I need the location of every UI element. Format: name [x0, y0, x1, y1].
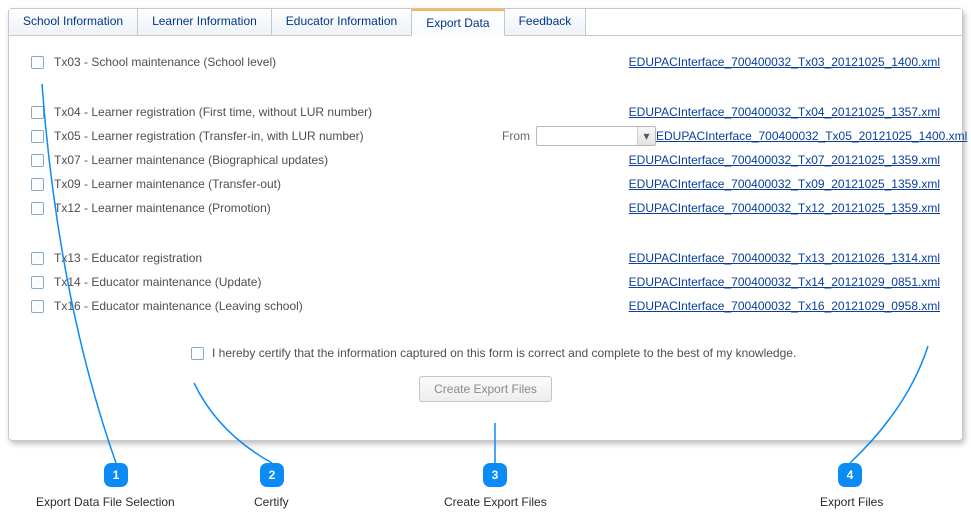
- row-label: Tx05 - Learner registration (Transfer-in…: [54, 129, 486, 143]
- row-checkbox[interactable]: [31, 56, 44, 69]
- tab-school-information[interactable]: School Information: [9, 9, 138, 35]
- create-export-button[interactable]: Create Export Files: [419, 376, 552, 402]
- row-label: Tx03 - School maintenance (School level): [54, 55, 486, 69]
- export-row: Tx04 - Learner registration (First time,…: [31, 100, 940, 124]
- row-checkbox[interactable]: [31, 276, 44, 289]
- tab-educator-information[interactable]: Educator Information: [272, 9, 412, 35]
- export-row: Tx12 - Learner maintenance (Promotion) ED…: [31, 196, 940, 220]
- export-row: Tx16 - Educator maintenance (Leaving sch…: [31, 294, 940, 318]
- tab-learner-information[interactable]: Learner Information: [138, 9, 272, 35]
- row-checkbox[interactable]: [31, 252, 44, 265]
- export-row: Tx09 - Learner maintenance (Transfer-out…: [31, 172, 940, 196]
- export-file-link[interactable]: EDUPACInterface_700400032_Tx13_20121026_…: [629, 251, 940, 265]
- tab-export-data[interactable]: Export Data: [412, 9, 504, 36]
- annotation-label-3: Create Export Files: [444, 495, 547, 509]
- annotation-bubble-1: 1: [104, 463, 128, 487]
- export-file-link[interactable]: EDUPACInterface_700400032_Tx09_20121025_…: [629, 177, 940, 191]
- row-label: Tx12 - Learner maintenance (Promotion): [54, 201, 486, 215]
- row-label: Tx09 - Learner maintenance (Transfer-out…: [54, 177, 486, 191]
- row-checkbox[interactable]: [31, 300, 44, 313]
- export-file-link[interactable]: EDUPACInterface_700400032_Tx07_20121025_…: [629, 153, 940, 167]
- annotation-bubble-4: 4: [838, 463, 862, 487]
- export-file-link[interactable]: EDUPACInterface_700400032_Tx03_20121025_…: [629, 55, 940, 69]
- row-label: Tx04 - Learner registration (First time,…: [54, 105, 486, 119]
- annotation-layer: 1 2 3 4 Export Data File Selection Certi…: [8, 443, 963, 513]
- row-checkbox[interactable]: [31, 106, 44, 119]
- export-file-link[interactable]: EDUPACInterface_700400032_Tx12_20121025_…: [629, 201, 940, 215]
- export-content: Tx03 - School maintenance (School level)…: [9, 36, 962, 410]
- annotation-label-1: Export Data File Selection: [36, 495, 175, 509]
- annotation-label-4: Export Files: [820, 495, 883, 509]
- annotation-label-2: Certify: [254, 495, 289, 509]
- certify-checkbox[interactable]: [191, 347, 204, 360]
- export-row: Tx03 - School maintenance (School level)…: [31, 50, 940, 74]
- row-checkbox[interactable]: [31, 130, 44, 143]
- from-dropdown[interactable]: ▾: [536, 126, 656, 146]
- export-row: Tx05 - Learner registration (Transfer-in…: [31, 124, 940, 148]
- row-label: Tx14 - Educator maintenance (Update): [54, 275, 486, 289]
- row-checkbox[interactable]: [31, 178, 44, 191]
- row-checkbox[interactable]: [31, 202, 44, 215]
- export-file-link[interactable]: EDUPACInterface_700400032_Tx14_20121029_…: [629, 275, 940, 289]
- export-file-link[interactable]: EDUPACInterface_700400032_Tx16_20121029_…: [629, 299, 940, 313]
- tab-feedback[interactable]: Feedback: [505, 9, 587, 35]
- from-label: From: [486, 129, 536, 143]
- export-panel: School InformationLearner InformationEdu…: [8, 8, 963, 441]
- export-file-link[interactable]: EDUPACInterface_700400032_Tx05_20121025_…: [656, 129, 967, 143]
- chevron-down-icon: ▾: [637, 127, 655, 145]
- row-checkbox[interactable]: [31, 154, 44, 167]
- row-label: Tx13 - Educator registration: [54, 251, 486, 265]
- export-row: Tx14 - Educator maintenance (Update) EDUP…: [31, 270, 940, 294]
- export-file-link[interactable]: EDUPACInterface_700400032_Tx04_20121025_…: [629, 105, 940, 119]
- export-row: Tx13 - Educator registration EDUPACInterf…: [31, 246, 940, 270]
- annotation-bubble-3: 3: [483, 463, 507, 487]
- row-label: Tx16 - Educator maintenance (Leaving sch…: [54, 299, 486, 313]
- row-label: Tx07 - Learner maintenance (Biographical…: [54, 153, 486, 167]
- annotation-bubble-2: 2: [260, 463, 284, 487]
- export-row: Tx07 - Learner maintenance (Biographical…: [31, 148, 940, 172]
- tab-bar: School InformationLearner InformationEdu…: [9, 9, 962, 36]
- certify-row: I hereby certify that the information ca…: [191, 346, 940, 360]
- certify-text: I hereby certify that the information ca…: [212, 346, 796, 360]
- button-row: Create Export Files: [31, 376, 940, 402]
